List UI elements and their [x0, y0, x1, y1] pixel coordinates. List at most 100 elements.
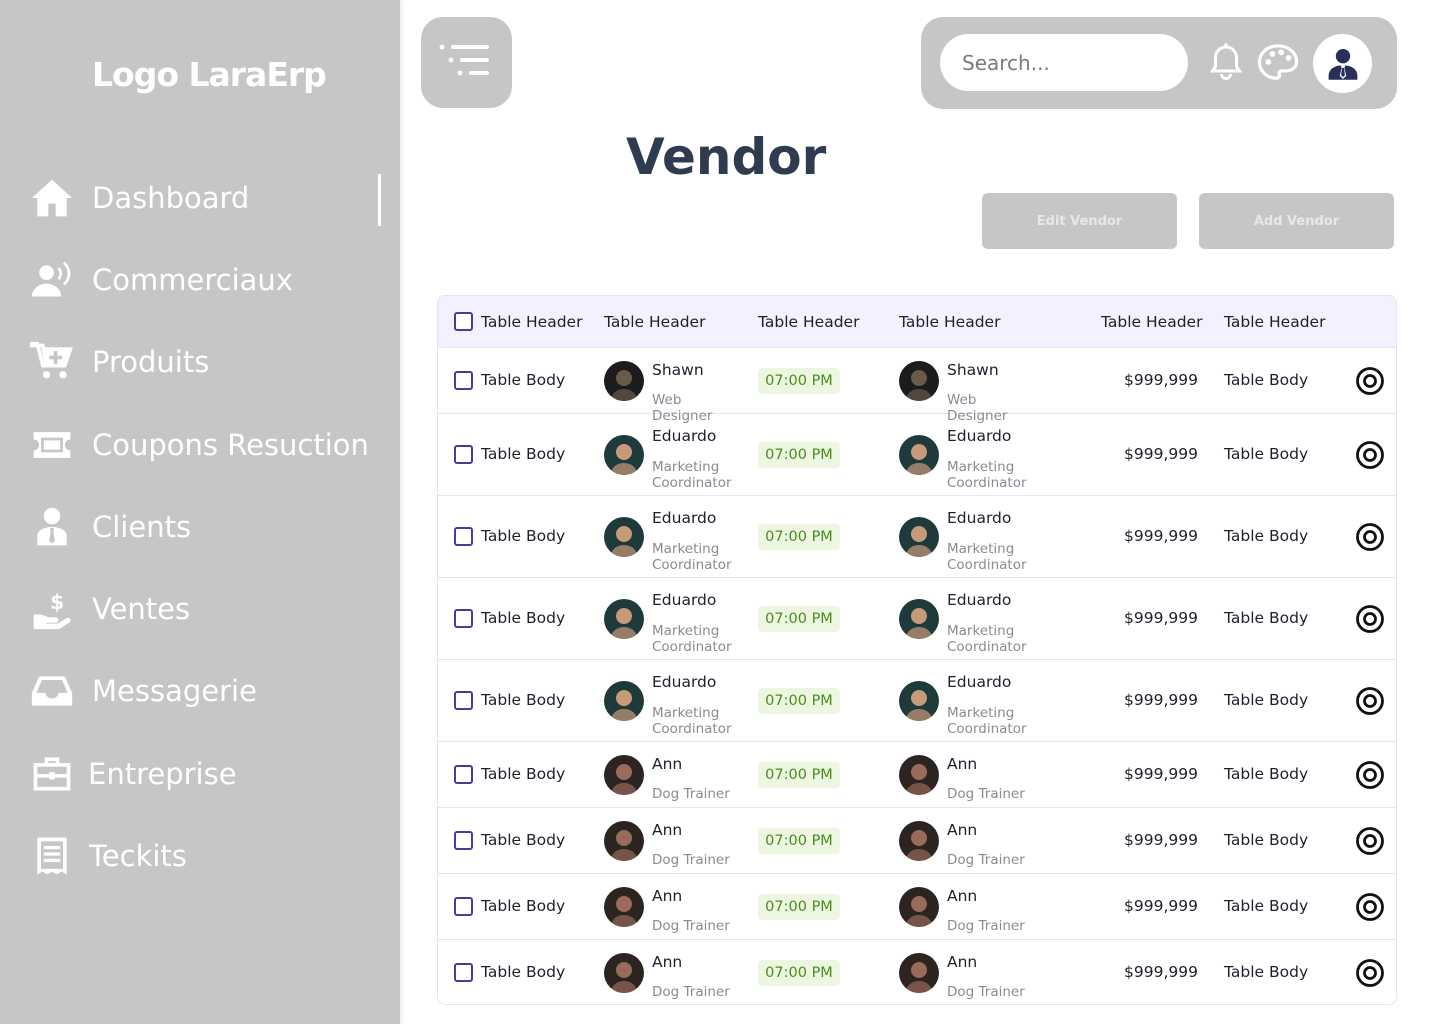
row-checkbox[interactable]: [454, 963, 473, 982]
sidebar-item-messagerie[interactable]: Messagerie: [0, 661, 400, 721]
person-role: Marketing Coordinator: [947, 623, 1027, 655]
sidebar-item-teckits[interactable]: Teckits: [0, 826, 400, 886]
menu-toggle-button[interactable]: [421, 17, 512, 108]
row-checkbox[interactable]: [454, 831, 473, 850]
column-header[interactable]: Table Header: [1224, 313, 1325, 331]
active-indicator: [378, 174, 381, 226]
person-name: Ann: [652, 755, 683, 773]
person-name: Ann: [947, 953, 978, 971]
view-icon[interactable]: [1355, 440, 1385, 470]
person-avatar: [899, 361, 939, 401]
sidebar-item-entreprise[interactable]: Entreprise: [0, 744, 400, 804]
sidebar-item-clients[interactable]: Clients: [0, 497, 400, 557]
row-cell-text: Table Body: [481, 897, 566, 915]
amount-value: $999,999: [1124, 691, 1198, 709]
time-badge: 07:00 PM: [758, 442, 840, 468]
time-badge: 07:00 PM: [758, 688, 840, 714]
person-role: Marketing Coordinator: [947, 705, 1027, 737]
row-cell-text: Table Body: [481, 831, 566, 849]
person-avatar: [604, 681, 644, 721]
view-icon[interactable]: [1355, 522, 1385, 552]
time-badge: 07:00 PM: [758, 368, 840, 394]
row-cell-text: Table Body: [481, 445, 566, 463]
sidebar-item-label: Ventes: [92, 592, 191, 626]
column-header[interactable]: Table Header: [481, 313, 582, 331]
table-row: Table Body Ann Dog Trainer 07:00 PM Ann …: [438, 742, 1396, 808]
client-icon: [28, 503, 76, 551]
sidebar-item-coupons[interactable]: Coupons Resuction: [0, 415, 400, 475]
search-input[interactable]: [940, 34, 1188, 91]
person-name: Ann: [652, 821, 683, 839]
view-icon[interactable]: [1355, 892, 1385, 922]
palette-icon[interactable]: [1257, 42, 1299, 82]
view-icon[interactable]: [1355, 958, 1385, 988]
row-checkbox[interactable]: [454, 897, 473, 916]
sidebar-item-label: Messagerie: [92, 674, 257, 708]
column-header[interactable]: Table Header: [899, 313, 1000, 331]
edit-vendor-button[interactable]: Edit Vendor: [982, 193, 1177, 249]
app-root: Logo LaraErp Dashboard Commerciaux Produ…: [0, 0, 1440, 1024]
person-avatar: [899, 821, 939, 861]
time-badge: 07:00 PM: [758, 606, 840, 632]
sidebar-item-commerciaux[interactable]: Commerciaux: [0, 250, 400, 310]
amount-value: $999,999: [1124, 963, 1198, 981]
person-role: Dog Trainer: [947, 852, 1025, 868]
person-avatar: [604, 821, 644, 861]
bell-icon[interactable]: [1208, 42, 1244, 82]
person-name: Eduardo: [947, 509, 1012, 527]
sidebar-item-ventes[interactable]: $ Ventes: [0, 579, 400, 639]
time-badge: 07:00 PM: [758, 828, 840, 854]
briefcase-icon: [28, 750, 76, 798]
table-header-row: Table Header Table Header Table Header T…: [438, 296, 1396, 348]
row-checkbox[interactable]: [454, 371, 473, 390]
sidebar-item-label: Produits: [92, 345, 210, 379]
sidebar-item-dashboard[interactable]: Dashboard: [0, 168, 400, 228]
amount-value: $999,999: [1124, 609, 1198, 627]
column-header[interactable]: Table Header: [758, 313, 859, 331]
amount-value: $999,999: [1124, 897, 1198, 915]
user-avatar-icon: [1328, 48, 1357, 80]
amount-value: $999,999: [1124, 765, 1198, 783]
person-role: Dog Trainer: [652, 852, 730, 868]
person-avatar: [604, 599, 644, 639]
sidebar-item-produits[interactable]: Produits: [0, 332, 400, 392]
view-icon[interactable]: [1355, 604, 1385, 634]
person-name: Eduardo: [652, 427, 717, 445]
view-icon[interactable]: [1355, 686, 1385, 716]
row-checkbox[interactable]: [454, 527, 473, 546]
person-role: Marketing Coordinator: [947, 541, 1027, 573]
row-cell-text: Table Body: [481, 609, 566, 627]
time-badge: 07:00 PM: [758, 960, 840, 986]
row-cell-text: Table Body: [1224, 527, 1309, 545]
row-cell-text: Table Body: [1224, 445, 1309, 463]
row-checkbox[interactable]: [454, 765, 473, 784]
add-vendor-button[interactable]: Add Vendor: [1199, 193, 1394, 249]
amount-value: $999,999: [1124, 527, 1198, 545]
coupon-icon: [28, 421, 76, 469]
row-checkbox[interactable]: [454, 691, 473, 710]
row-cell-text: Table Body: [1224, 371, 1309, 389]
user-avatar-button[interactable]: [1313, 34, 1372, 93]
person-role: Marketing Coordinator: [652, 541, 732, 573]
select-all-checkbox[interactable]: [454, 312, 473, 331]
svg-text:$: $: [50, 590, 64, 614]
person-name: Eduardo: [947, 673, 1012, 691]
row-cell-text: Table Body: [1224, 831, 1309, 849]
table-row: Table Body Eduardo Marketing Coordinator…: [438, 660, 1396, 742]
view-icon[interactable]: [1355, 826, 1385, 856]
view-icon[interactable]: [1355, 760, 1385, 790]
person-name: Ann: [947, 821, 978, 839]
person-avatar: [604, 953, 644, 993]
person-name: Ann: [652, 887, 683, 905]
person-name: Ann: [947, 887, 978, 905]
table-row: Table Body Eduardo Marketing Coordinator…: [438, 496, 1396, 578]
column-header[interactable]: Table Header: [1101, 313, 1202, 331]
view-icon[interactable]: [1355, 366, 1385, 396]
table-row: Table Body Eduardo Marketing Coordinator…: [438, 578, 1396, 660]
row-cell-text: Table Body: [1224, 963, 1309, 981]
table-row: Table Body Ann Dog Trainer 07:00 PM Ann …: [438, 940, 1396, 1004]
row-checkbox[interactable]: [454, 609, 473, 628]
column-header[interactable]: Table Header: [604, 313, 705, 331]
row-checkbox[interactable]: [454, 445, 473, 464]
user-voice-icon: [28, 256, 76, 304]
